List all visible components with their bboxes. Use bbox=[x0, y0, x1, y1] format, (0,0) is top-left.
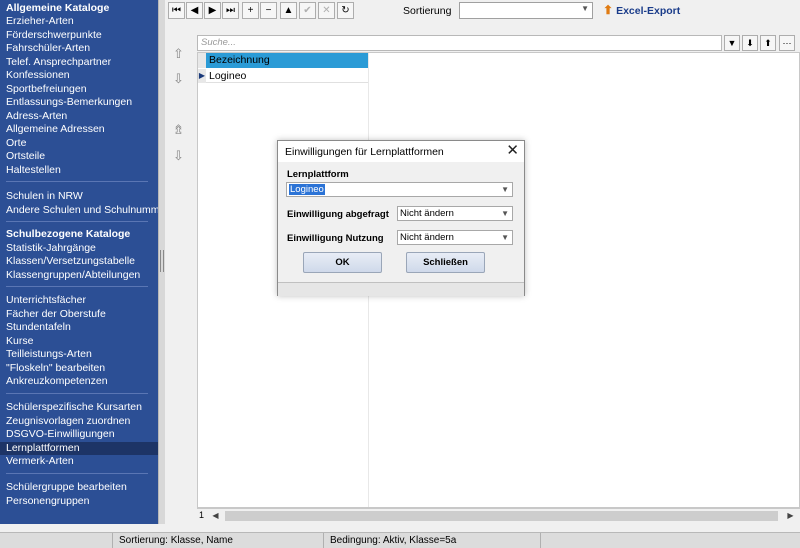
status-bar: Sortierung: Klasse, Name Bedingung: Akti… bbox=[0, 532, 800, 548]
sidebar-item-telef-ansprechpartner[interactable]: Telef. Ansprechpartner bbox=[6, 56, 111, 70]
export-icon: ⬆ bbox=[603, 3, 614, 17]
last-record-button[interactable]: ⏭ bbox=[222, 2, 239, 19]
sidebar-item-teilleistungs-arten[interactable]: Teilleistungs-Arten bbox=[6, 348, 92, 362]
sort-up-icon[interactable]: ⬆ bbox=[760, 35, 776, 51]
einwilligungen-dialog: Einwilligungen für Lernplattformen ✕ Ler… bbox=[277, 140, 525, 296]
sidebar-item-haltestellen[interactable]: Haltestellen bbox=[6, 164, 61, 178]
sidebar-item-sportbefreiungen[interactable]: Sportbefreiungen bbox=[6, 83, 87, 97]
column-header-bezeichnung[interactable]: Bezeichnung bbox=[206, 53, 368, 68]
sidebar-heading-allgemeine-kataloge: Allgemeine Kataloge bbox=[6, 2, 110, 14]
chevron-down-icon: ▼ bbox=[501, 233, 509, 242]
einwilligung-abgefragt-label: Einwilligung abgefragt bbox=[287, 209, 389, 220]
refresh-button[interactable]: ↻ bbox=[337, 2, 354, 19]
sidebar-separator bbox=[6, 393, 148, 394]
cancel-record-button[interactable]: ✕ bbox=[318, 2, 335, 19]
sidebar-item-schuelergruppe[interactable]: Schülergruppe bearbeiten bbox=[6, 481, 127, 495]
sidebar: Allgemeine Kataloge Erzieher-Arten Förde… bbox=[0, 0, 158, 524]
scroll-thumb[interactable] bbox=[225, 511, 778, 521]
sidebar-item-konfessionen[interactable]: Konfessionen bbox=[6, 69, 70, 83]
scroll-left-icon[interactable]: ◀ bbox=[209, 510, 222, 522]
sidebar-item-unterrichtsfaecher[interactable]: Unterrichtsfächer bbox=[6, 294, 86, 308]
splitter-grip[interactable] bbox=[160, 250, 164, 272]
close-icon[interactable]: ✕ bbox=[506, 142, 519, 160]
row-indicator-header bbox=[198, 53, 206, 68]
sidebar-separator bbox=[6, 221, 148, 222]
sidebar-item-ankreuzkompetenzen[interactable]: Ankreuzkompetenzen bbox=[6, 375, 108, 389]
sidebar-heading-schulbezogene-kataloge: Schulbezogene Kataloge bbox=[6, 228, 131, 240]
einwilligung-abgefragt-value: Nicht ändern bbox=[400, 208, 454, 219]
lernplattform-select[interactable]: Logineo ▼ bbox=[286, 182, 513, 197]
dialog-status-strip bbox=[278, 282, 524, 296]
dialog-titlebar: Einwilligungen für Lernplattformen ✕ bbox=[278, 141, 524, 162]
sidebar-item-kurse[interactable]: Kurse bbox=[6, 335, 33, 349]
einwilligung-nutzung-select[interactable]: Nicht ändern ▼ bbox=[397, 230, 513, 245]
search-input[interactable]: Suche... bbox=[197, 35, 722, 51]
sidebar-item-statistik-jahrgaenge[interactable]: Statistik-Jahrgänge bbox=[6, 242, 96, 256]
sidebar-item-allgemeine-adressen[interactable]: Allgemeine Adressen bbox=[6, 123, 105, 137]
chevron-down-icon: ▼ bbox=[501, 209, 509, 218]
next-record-button[interactable]: ▶ bbox=[204, 2, 221, 19]
ok-button[interactable]: OK bbox=[303, 252, 382, 273]
sidebar-item-vermerk-arten[interactable]: Vermerk-Arten bbox=[6, 455, 74, 469]
sidebar-item-zeugnisvorlagen[interactable]: Zeugnisvorlagen zuordnen bbox=[6, 415, 130, 429]
move-up-icon[interactable]: ⇧ bbox=[173, 46, 184, 62]
sidebar-item-stundentafeln[interactable]: Stundentafeln bbox=[6, 321, 71, 335]
sidebar-item-adress-arten[interactable]: Adress-Arten bbox=[6, 110, 67, 124]
sidebar-separator bbox=[6, 473, 148, 474]
einwilligung-nutzung-label: Einwilligung Nutzung bbox=[287, 233, 384, 244]
move-bottom-icon[interactable]: ⇩ bbox=[173, 148, 184, 164]
more-icon[interactable]: ⋯ bbox=[779, 35, 795, 51]
sort-select[interactable]: ▼ bbox=[459, 2, 593, 19]
excel-export-button[interactable]: ⬆ Excel-Export bbox=[603, 3, 680, 17]
sidebar-item-kursarten[interactable]: Schülerspezifische Kursarten bbox=[6, 401, 142, 415]
scroll-right-icon[interactable]: ▶ bbox=[784, 510, 797, 522]
status-bedingung: Bedingung: Aktiv, Klasse=5a bbox=[323, 533, 540, 548]
sidebar-separator bbox=[6, 286, 148, 287]
filter-icon[interactable]: ▼ bbox=[724, 35, 740, 51]
sidebar-item-klassen-versetzungstabelle[interactable]: Klassen/Versetzungstabelle bbox=[6, 255, 135, 269]
sort-down-icon[interactable]: ⬇ bbox=[742, 35, 758, 51]
einwilligung-abgefragt-select[interactable]: Nicht ändern ▼ bbox=[397, 206, 513, 221]
sidebar-item-erzieher-arten[interactable]: Erzieher-Arten bbox=[6, 15, 74, 29]
sidebar-item-andere-schulen[interactable]: Andere Schulen und Schulnummern bbox=[6, 204, 158, 218]
current-row-icon: ▶ bbox=[198, 69, 206, 83]
sidebar-item-faecher-der-oberstufe[interactable]: Fächer der Oberstufe bbox=[6, 308, 106, 322]
sidebar-item-ortsteile[interactable]: Ortsteile bbox=[6, 150, 45, 164]
schliessen-button[interactable]: Schließen bbox=[406, 252, 485, 273]
sidebar-item-orte[interactable]: Orte bbox=[6, 137, 26, 151]
dialog-title: Einwilligungen für Lernplattformen bbox=[285, 146, 444, 158]
sidebar-item-dsgvo-einwilligungen[interactable]: DSGVO-Einwilligungen bbox=[6, 428, 115, 442]
prev-record-button[interactable]: ◀ bbox=[186, 2, 203, 19]
sidebar-item-fahrschueler-arten[interactable]: Fahrschüler-Arten bbox=[6, 42, 90, 56]
sidebar-item-personengruppen[interactable]: Personengruppen bbox=[6, 495, 89, 509]
delete-record-button[interactable]: − bbox=[260, 2, 277, 19]
sidebar-item-lernplattformen[interactable]: Lernplattformen bbox=[0, 441, 158, 455]
lernplattform-value: Logineo bbox=[289, 184, 325, 195]
sidebar-item-floskeln[interactable]: "Floskeln" bearbeiten bbox=[6, 362, 105, 376]
sidebar-separator bbox=[6, 181, 148, 182]
move-top-icon[interactable]: ⇯ bbox=[173, 122, 184, 138]
sidebar-item-schulen-in-nrw[interactable]: Schulen in NRW bbox=[6, 190, 83, 204]
confirm-record-button[interactable]: ✔ bbox=[299, 2, 316, 19]
toolbar: ⏮ ◀ ▶ ⏭ + − ▲ ✔ ✕ ↻ Sortierung ▼ ⬆ Excel-… bbox=[165, 0, 800, 22]
row-count: 1 bbox=[199, 510, 205, 520]
excel-export-label: Excel-Export bbox=[616, 5, 681, 17]
lernplattform-label: Lernplattform bbox=[287, 169, 349, 180]
chevron-down-icon: ▼ bbox=[501, 185, 509, 194]
status-sortierung: Sortierung: Klasse, Name bbox=[112, 533, 324, 548]
sidebar-item-entlassungs-bemerkungen[interactable]: Entlassungs-Bemerkungen bbox=[6, 96, 132, 110]
edit-record-button[interactable]: ▲ bbox=[280, 2, 297, 19]
sort-arrows-panel: ⇧ ⇩ ⇯ ⇩ bbox=[165, 22, 196, 512]
add-record-button[interactable]: + bbox=[242, 2, 259, 19]
table-row[interactable]: Logineo bbox=[206, 69, 368, 83]
sidebar-item-foerderschwerpunkte[interactable]: Förderschwerpunkte bbox=[6, 29, 102, 43]
sort-label: Sortierung bbox=[403, 5, 452, 17]
horizontal-scrollbar[interactable]: 1 ◀ ▶ bbox=[197, 508, 800, 523]
chevron-down-icon: ▼ bbox=[581, 4, 589, 13]
einwilligung-nutzung-value: Nicht ändern bbox=[400, 232, 454, 243]
first-record-button[interactable]: ⏮ bbox=[168, 2, 185, 19]
status-empty bbox=[540, 533, 797, 548]
sidebar-item-klassengruppen[interactable]: Klassengruppen/Abteilungen bbox=[6, 269, 140, 283]
move-down-icon[interactable]: ⇩ bbox=[173, 71, 184, 87]
